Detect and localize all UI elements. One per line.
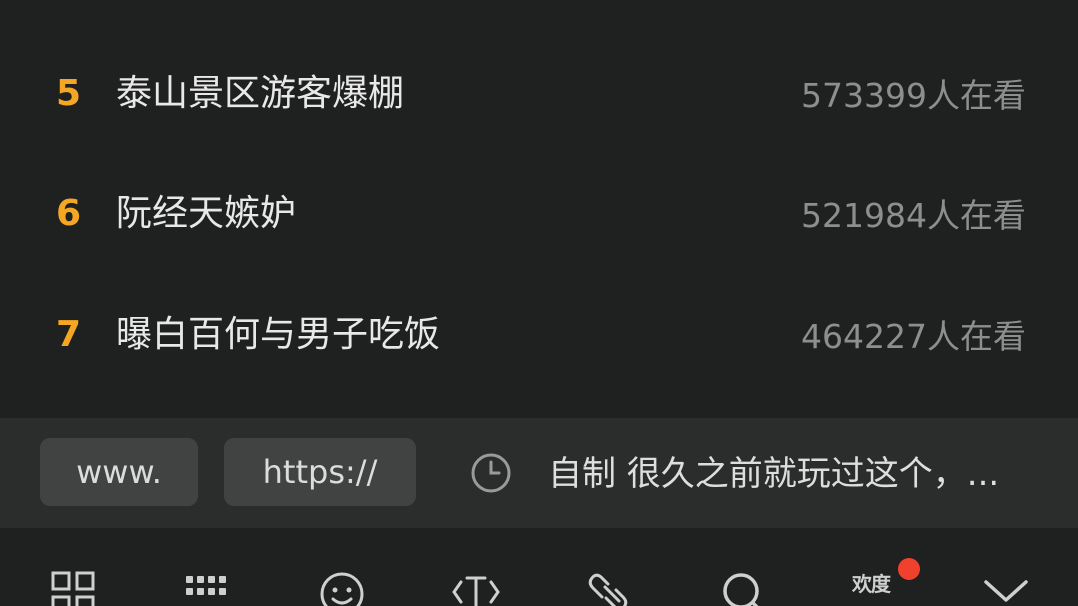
search-icon[interactable] [720,570,768,606]
history-suggestion[interactable]: 自制 很久之前就玩过这个，... [548,452,1058,496]
trending-title: 阮经天嫉妒 [116,193,297,234]
baidu-label: 欢度 [852,572,891,596]
trending-rank: 7 [56,314,82,355]
keyboard-toolbar: 欢度 [0,528,1078,606]
keyboard-screen: 5 泰山景区游客爆棚 573399人在看 6 阮经天嫉妒 521984人在看 7… [0,0,1078,606]
notification-dot [898,558,920,580]
trending-viewers: 573399人在看 [801,76,1026,115]
grid-icon[interactable] [50,570,98,606]
text-cursor-icon[interactable] [452,570,500,606]
emoji-icon[interactable] [318,570,366,606]
trending-rank: 6 [56,193,82,234]
keypad-icon[interactable] [184,570,232,606]
trending-list: 5 泰山景区游客爆棚 573399人在看 6 阮经天嫉妒 521984人在看 7… [0,0,1078,418]
trending-title: 泰山景区游客爆棚 [116,73,405,114]
www-chip-button[interactable]: www. [40,438,198,506]
trending-item[interactable]: 7 曝白百何与男子吃饭 464227人在看 [0,285,1078,385]
trending-viewers: 464227人在看 [801,317,1026,356]
link-icon[interactable] [588,570,636,606]
suggestion-bar: www. https:// 自制 很久之前就玩过这个，... [0,418,1078,528]
https-chip-button[interactable]: https:// [224,438,416,506]
clock-icon [470,452,512,494]
trending-viewers: 521984人在看 [801,196,1026,235]
chevron-down-icon[interactable] [982,570,1030,606]
trending-item[interactable]: 6 阮经天嫉妒 521984人在看 [0,164,1078,264]
trending-title: 曝白百何与男子吃饭 [116,314,441,355]
trending-rank: 5 [56,73,82,114]
trending-item[interactable]: 5 泰山景区游客爆棚 573399人在看 [0,44,1078,144]
